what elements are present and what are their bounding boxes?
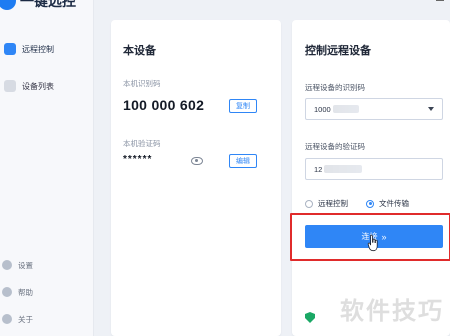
settings-icon — [2, 260, 12, 270]
device-id-value: 100 000 602 — [123, 97, 205, 113]
mode-file-transfer[interactable]: 文件传输 — [366, 198, 409, 209]
remote-control-panel: 控制远程设备 远程设备的识别码 1000 远程设备的验证码 12 远程控制 文件… — [292, 20, 450, 336]
mode-remote-control[interactable]: 远程控制 — [305, 198, 348, 209]
brand-name: 一键远控 — [20, 0, 76, 9]
sidebar-item-label: 远程控制 — [22, 44, 54, 54]
radio-remote-control[interactable] — [305, 199, 313, 208]
cloud-icon — [4, 43, 16, 55]
redacted-text — [332, 105, 359, 113]
sidebar-item-help[interactable]: 帮助 — [0, 284, 94, 300]
radio-label: 文件传输 — [379, 199, 409, 208]
panel-title: 本设备 — [123, 45, 156, 57]
device-id-label: 本机识别码 — [123, 79, 161, 88]
copy-button[interactable]: 复制 — [229, 99, 257, 113]
device-icon — [4, 80, 16, 92]
edit-button[interactable]: 编辑 — [229, 154, 257, 168]
sidebar-item-label: 设备列表 — [22, 81, 54, 91]
app-logo-icon — [0, 0, 16, 10]
sidebar-item-label: 设置 — [18, 260, 33, 270]
double-chevron-right-icon: » — [381, 231, 387, 242]
device-code-masked: ****** — [123, 154, 153, 165]
eye-icon[interactable] — [191, 157, 203, 165]
panel-title: 控制远程设备 — [305, 45, 371, 57]
sidebar-item-label: 关于 — [18, 314, 33, 324]
watermark: 软件技巧 — [340, 298, 444, 325]
sidebar-item-about[interactable]: 关于 — [0, 311, 94, 327]
redacted-text — [324, 165, 363, 173]
device-code-label: 本机验证码 — [123, 139, 161, 148]
window-minimize-icon[interactable] — [436, 0, 444, 1]
remote-id-select[interactable]: 1000 — [305, 98, 443, 120]
radio-label: 远程控制 — [318, 199, 348, 208]
remote-id-value: 1000 — [314, 104, 331, 114]
this-device-panel: 本设备 本机识别码 100 000 602 复制 本机验证码 ****** 编辑 — [111, 20, 281, 336]
help-icon — [2, 287, 12, 297]
info-icon — [2, 314, 12, 324]
radio-file-transfer[interactable] — [366, 199, 374, 208]
sidebar-item-remote-control[interactable]: 远程控制 — [0, 38, 94, 60]
brand: 一键远控 — [0, 0, 76, 12]
sidebar-item-label: 帮助 — [18, 287, 33, 297]
remote-id-label: 远程设备的识别码 — [305, 83, 365, 92]
app-window: 一键远控 远程控制 设备列表 设置 帮助 关于 本设备 本机识别码 100 00… — [0, 0, 450, 336]
sidebar-item-settings[interactable]: 设置 — [0, 257, 94, 273]
hand-cursor-icon — [367, 234, 378, 252]
remote-code-label: 远程设备的验证码 — [305, 142, 365, 151]
sidebar: 一键远控 远程控制 设备列表 设置 帮助 关于 — [0, 0, 94, 336]
remote-code-value: 12 — [314, 164, 323, 174]
chevron-down-icon — [428, 107, 434, 111]
sidebar-item-device-list[interactable]: 设备列表 — [0, 75, 94, 97]
remote-code-input[interactable]: 12 — [305, 158, 443, 180]
